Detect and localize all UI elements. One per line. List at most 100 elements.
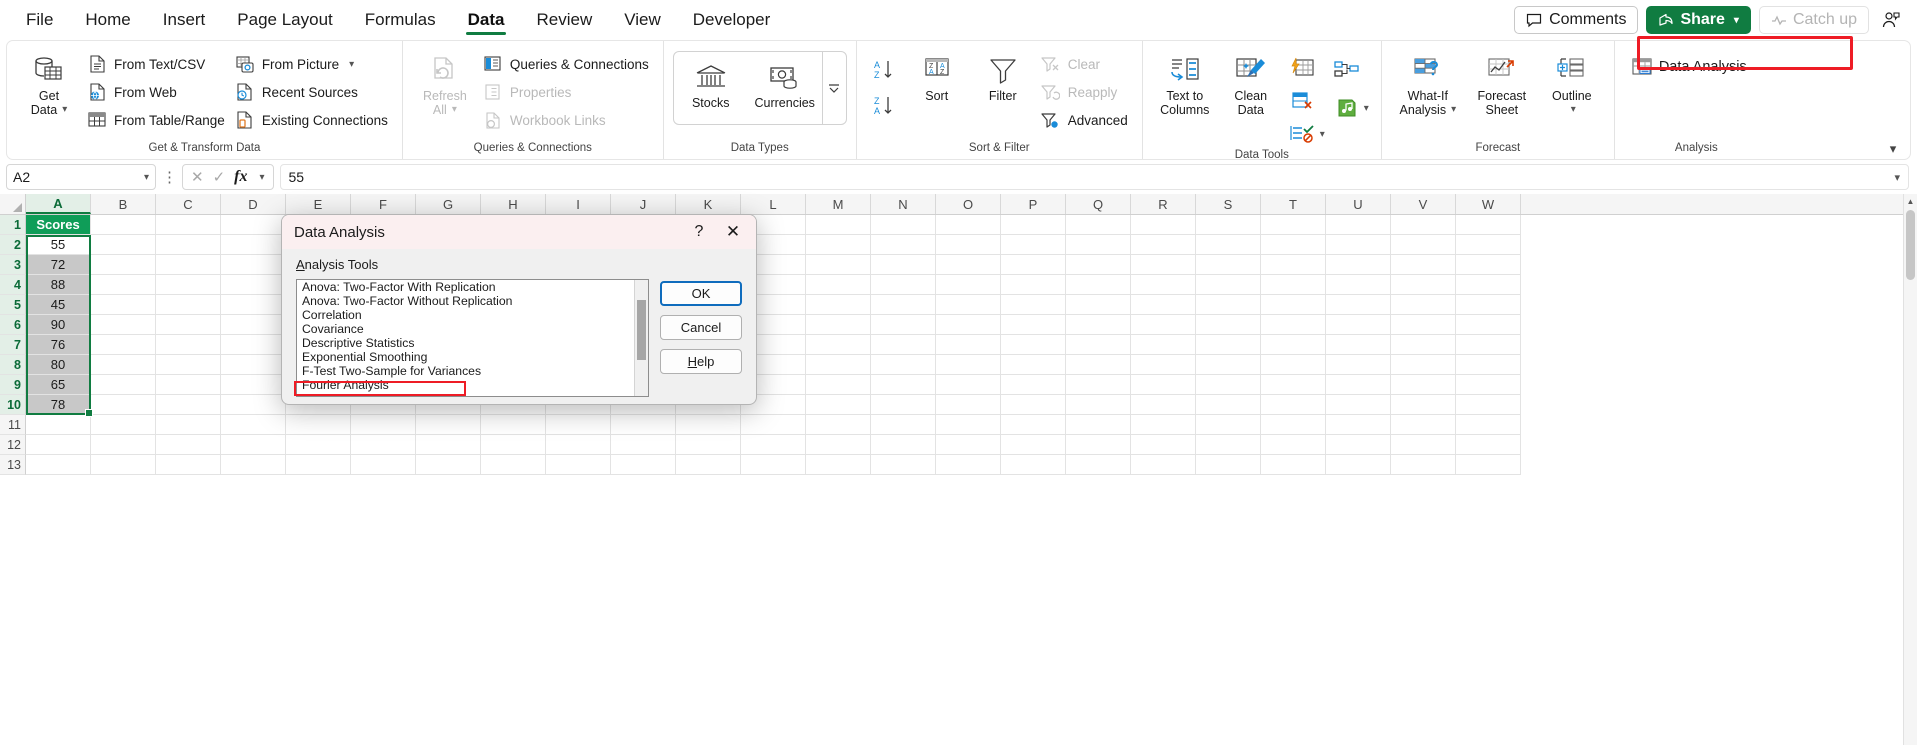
cell-e12[interactable] [286, 435, 351, 455]
column-header-o[interactable]: O [936, 194, 1001, 214]
cell-t13[interactable] [1261, 455, 1326, 475]
cell-u13[interactable] [1326, 455, 1391, 475]
cell-c9[interactable] [156, 375, 221, 395]
row-header-2[interactable]: 2 [0, 235, 26, 255]
cell-q1[interactable] [1066, 215, 1131, 235]
column-header-e[interactable]: E [286, 194, 351, 214]
cell-p1[interactable] [1001, 215, 1066, 235]
vertical-scrollbar[interactable]: ▲ [1903, 194, 1917, 745]
cell-w13[interactable] [1456, 455, 1521, 475]
cell-r7[interactable] [1131, 335, 1196, 355]
consolidate-button[interactable] [1331, 55, 1361, 85]
cell-a6[interactable]: 90 [26, 315, 91, 335]
cell-c12[interactable] [156, 435, 221, 455]
cell-r2[interactable] [1131, 235, 1196, 255]
cell-u10[interactable] [1326, 395, 1391, 415]
ribbon-collapse-button[interactable]: ▾ [1882, 141, 1904, 157]
cell-a8[interactable]: 80 [26, 355, 91, 375]
cell-t6[interactable] [1261, 315, 1326, 335]
what-if-analysis-button[interactable]: What-If Analysis ▾ [1391, 49, 1465, 117]
cell-b4[interactable] [91, 275, 156, 295]
cell-n6[interactable] [871, 315, 936, 335]
list-item[interactable]: Covariance [297, 322, 634, 336]
cell-c13[interactable] [156, 455, 221, 475]
cell-w4[interactable] [1456, 275, 1521, 295]
cell-k11[interactable] [676, 415, 741, 435]
cell-s9[interactable] [1196, 375, 1261, 395]
cell-e11[interactable] [286, 415, 351, 435]
get-data-button[interactable]: Get Data ▾ [16, 49, 82, 117]
cell-a3[interactable]: 72 [26, 255, 91, 275]
cell-u8[interactable] [1326, 355, 1391, 375]
clear-filter-button[interactable]: Clear [1036, 51, 1133, 77]
cell-w9[interactable] [1456, 375, 1521, 395]
cell-w3[interactable] [1456, 255, 1521, 275]
cancel-entry-icon[interactable]: ✕ [191, 168, 204, 186]
share-button[interactable]: Share ▾ [1646, 6, 1751, 34]
data-validation-button[interactable] [1287, 119, 1317, 149]
cell-d8[interactable] [221, 355, 286, 375]
cell-m8[interactable] [806, 355, 871, 375]
cell-o9[interactable] [936, 375, 1001, 395]
from-table-range-button[interactable]: From Table/Range [82, 107, 230, 133]
cell-l12[interactable] [741, 435, 806, 455]
cell-q8[interactable] [1066, 355, 1131, 375]
cell-n1[interactable] [871, 215, 936, 235]
cell-c5[interactable] [156, 295, 221, 315]
cell-q5[interactable] [1066, 295, 1131, 315]
column-header-h[interactable]: H [481, 194, 546, 214]
workbook-links-button[interactable]: Workbook Links [478, 107, 654, 133]
cell-a9[interactable]: 65 [26, 375, 91, 395]
column-header-s[interactable]: S [1196, 194, 1261, 214]
cell-b5[interactable] [91, 295, 156, 315]
list-item[interactable]: Anova: Two-Factor With Replication [297, 280, 634, 294]
chevron-down-icon[interactable]: ▾ [1364, 103, 1369, 114]
cell-n8[interactable] [871, 355, 936, 375]
row-header-9[interactable]: 9 [0, 375, 26, 395]
cell-i12[interactable] [546, 435, 611, 455]
cell-m5[interactable] [806, 295, 871, 315]
cell-p11[interactable] [1001, 415, 1066, 435]
cell-u4[interactable] [1326, 275, 1391, 295]
cell-a2[interactable]: 55 [26, 235, 91, 255]
from-web-button[interactable]: From Web [82, 79, 230, 105]
row-header-1[interactable]: 1 [0, 215, 26, 235]
cell-m1[interactable] [806, 215, 871, 235]
cell-r10[interactable] [1131, 395, 1196, 415]
analysis-tools-listbox[interactable]: Anova: Two-Factor With Replication Anova… [296, 279, 649, 397]
cell-k13[interactable] [676, 455, 741, 475]
cell-b7[interactable] [91, 335, 156, 355]
cell-d10[interactable] [221, 395, 286, 415]
filter-button[interactable]: Filter [970, 49, 1036, 103]
from-text-csv-button[interactable]: From Text/CSV [82, 51, 230, 77]
cell-o12[interactable] [936, 435, 1001, 455]
column-header-m[interactable]: M [806, 194, 871, 214]
cell-m10[interactable] [806, 395, 871, 415]
cell-d1[interactable] [221, 215, 286, 235]
cell-w2[interactable] [1456, 235, 1521, 255]
cell-m6[interactable] [806, 315, 871, 335]
advanced-filter-button[interactable]: Advanced [1036, 107, 1133, 133]
tab-home[interactable]: Home [69, 0, 146, 40]
cell-m2[interactable] [806, 235, 871, 255]
cell-u11[interactable] [1326, 415, 1391, 435]
cell-g13[interactable] [416, 455, 481, 475]
cell-c3[interactable] [156, 255, 221, 275]
cell-j11[interactable] [611, 415, 676, 435]
share-people-icon[interactable] [1877, 10, 1909, 30]
cell-m13[interactable] [806, 455, 871, 475]
cell-r3[interactable] [1131, 255, 1196, 275]
cell-b12[interactable] [91, 435, 156, 455]
formula-bar-overflow-icon[interactable]: ⋮ [162, 168, 177, 186]
cell-b11[interactable] [91, 415, 156, 435]
cell-a12[interactable] [26, 435, 91, 455]
cell-t3[interactable] [1261, 255, 1326, 275]
cell-v8[interactable] [1391, 355, 1456, 375]
cell-p10[interactable] [1001, 395, 1066, 415]
column-header-c[interactable]: C [156, 194, 221, 214]
cell-d7[interactable] [221, 335, 286, 355]
cell-v9[interactable] [1391, 375, 1456, 395]
cell-q9[interactable] [1066, 375, 1131, 395]
column-header-a[interactable]: A [26, 194, 91, 214]
cell-b8[interactable] [91, 355, 156, 375]
